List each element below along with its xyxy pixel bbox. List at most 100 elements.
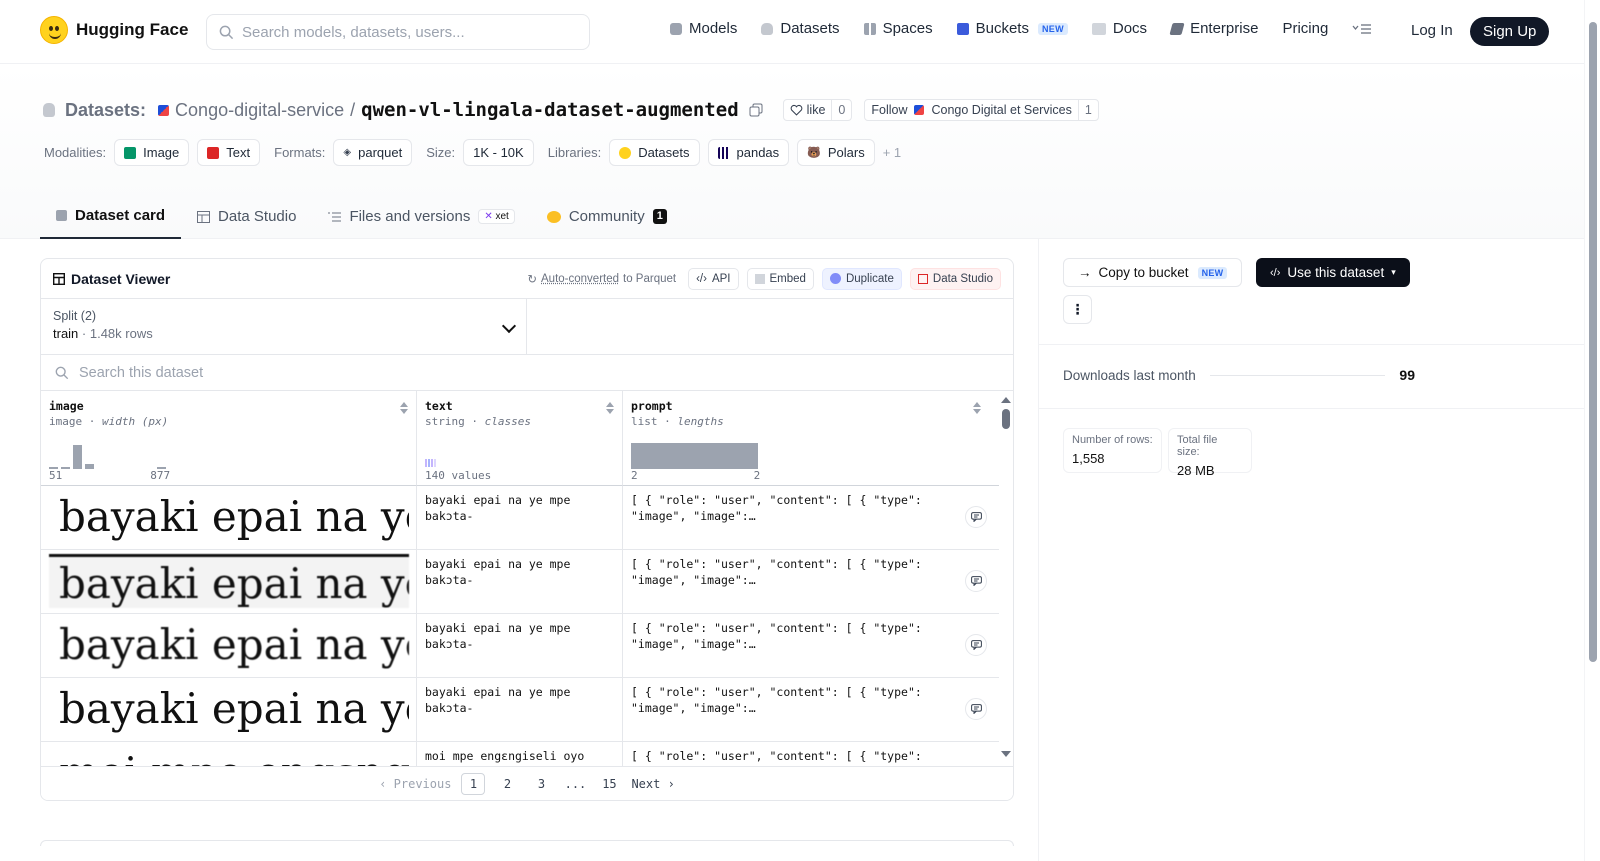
tab-data-studio[interactable]: Data Studio [181, 194, 312, 239]
table-row-1-text[interactable]: bayaki epai na ye mpe bakɔta- [417, 486, 623, 550]
table-row-2-text[interactable]: bayaki epai na ye mpe bakɔta- [417, 550, 623, 614]
tab-dataset-card[interactable]: Dataset card [40, 194, 182, 239]
table-icon [917, 273, 928, 284]
table-row-1-image[interactable]: bayaki epai na ye [41, 486, 417, 550]
classes-bar[interactable] [425, 459, 436, 467]
table-row-3-prompt[interactable]: [ { "role": "user", "content": [ { "type… [623, 614, 999, 678]
page-2-button[interactable]: 2 [495, 773, 519, 795]
cube-icon [56, 210, 67, 221]
nav-buckets[interactable]: Buckets NEW [956, 20, 1068, 37]
auto-converted-note[interactable]: ↻ Auto-converted to Parquet [527, 272, 676, 286]
tag-size[interactable]: 1K - 10K [463, 139, 534, 166]
sort-icon[interactable] [606, 402, 614, 414]
tag-library-polars[interactable]: 🐻 Polars [797, 139, 875, 166]
table-scrollbar[interactable] [1001, 397, 1011, 757]
copy-icon[interactable] [749, 103, 763, 117]
table-row-5-text[interactable]: moi mpe engɛngiseli oyo [417, 742, 623, 766]
lengths-histogram[interactable] [631, 443, 758, 469]
dataset-name[interactable]: qwen-vl-lingala-dataset-augmented [361, 99, 739, 121]
like-button[interactable]: like 0 [782, 99, 853, 121]
nav-spaces[interactable]: Spaces [863, 20, 933, 37]
sort-icon[interactable] [973, 402, 981, 414]
sort-icon[interactable] [400, 402, 408, 414]
table-row-2-prompt[interactable]: [ { "role": "user", "content": [ { "type… [623, 550, 999, 614]
nav-more-menu[interactable] [1352, 23, 1372, 35]
page-15-button[interactable]: 15 [597, 773, 621, 795]
chat-icon[interactable] [965, 634, 987, 656]
datasets-label[interactable]: Datasets: [65, 100, 146, 121]
nav-pricing[interactable]: Pricing [1282, 20, 1328, 37]
brand-home-link[interactable]: Hugging Face [40, 16, 188, 44]
scroll-down-icon[interactable] [1001, 751, 1011, 757]
tag-modality-image[interactable]: Image [114, 139, 190, 166]
nav-enterprise[interactable]: Enterprise [1169, 20, 1258, 37]
table-row-5-image[interactable]: moi mpe engɛngiseli [41, 742, 417, 766]
copy-to-bucket-button[interactable]: → Copy to bucket NEW [1063, 258, 1243, 287]
tab-files-and-versions[interactable]: Files and versions ✕ xet [312, 194, 530, 239]
scrollbar-thumb[interactable] [1002, 409, 1010, 429]
table-row-2-image[interactable]: bayaki epai na ye [41, 550, 417, 614]
global-search-input[interactable] [242, 23, 562, 41]
next-page-button[interactable]: Next › [631, 777, 674, 791]
database-icon [43, 103, 55, 117]
org-link[interactable]: Congo-digital-service [175, 100, 344, 121]
global-search[interactable] [206, 14, 590, 50]
split-selector[interactable]: Split (2) train · 1.48k rows [41, 299, 527, 354]
dataset-search-input[interactable] [79, 364, 479, 381]
chat-icon[interactable] [965, 698, 987, 720]
table-row-4-image[interactable]: bayaki epai na ye [41, 678, 417, 742]
data-studio-button[interactable]: Data Studio [909, 267, 1001, 290]
column-header-text[interactable]: text string · classes 140 values [417, 391, 623, 486]
stat-number-of-rows: Number of rows: 1,558 [1063, 428, 1162, 473]
api-button[interactable]: ‹/› API [688, 267, 739, 290]
table-row-4-text[interactable]: bayaki epai na ye mpe bakɔta- [417, 678, 623, 742]
downloads-last-month: Downloads last month 99 [1063, 367, 1415, 383]
page-1-button[interactable]: 1 [461, 772, 486, 795]
column-header-prompt[interactable]: prompt list · lengths 22 [623, 391, 999, 486]
page-scrollbar-thumb[interactable] [1589, 22, 1597, 662]
hugging-face-logo-icon [40, 16, 68, 44]
dataset-search[interactable] [41, 355, 1013, 391]
table-row-4-prompt[interactable]: [ { "role": "user", "content": [ { "type… [623, 678, 999, 742]
table-row-3-image[interactable]: bayaki epai na ye [41, 614, 417, 678]
width-histogram[interactable] [49, 439, 166, 469]
use-this-dataset-button[interactable]: ‹/› Use this dataset ▾ [1256, 258, 1410, 287]
chat-icon[interactable] [965, 506, 987, 528]
chat-icon[interactable] [965, 570, 987, 592]
login-link[interactable]: Log In [1411, 22, 1453, 39]
scroll-up-icon[interactable] [1001, 397, 1011, 403]
duplicate-button[interactable]: Duplicate [821, 267, 902, 290]
split-value: train [53, 326, 79, 341]
table-row-5-prompt[interactable]: [ { "role": "user", "content": [ { "type… [623, 742, 999, 766]
follow-count: 1 [1077, 100, 1098, 120]
tag-modality-text[interactable]: Text [197, 139, 261, 166]
nav-datasets[interactable]: Datasets [761, 20, 840, 37]
stat-total-file-size: Total file size: 28 MB [1168, 428, 1252, 478]
tag-library-pandas[interactable]: pandas [707, 139, 790, 166]
like-count: 0 [831, 100, 851, 120]
tag-format-parquet[interactable]: ◈ parquet [333, 139, 413, 166]
tab-community[interactable]: Community 1 [531, 194, 683, 239]
row-image-thumbnail: moi mpe engɛngiseli [49, 746, 409, 766]
previous-page-button[interactable]: ‹ Previous [379, 777, 451, 791]
libraries-more[interactable]: + 1 [883, 145, 901, 160]
community-count: 1 [652, 209, 667, 224]
table-row-3-text[interactable]: bayaki epai na ye mpe bakɔta- [417, 614, 623, 678]
more-options-button[interactable]: ⋮ [1063, 295, 1092, 324]
column-header-image[interactable]: image image · width (px) 51 877 [41, 391, 417, 486]
follow-button[interactable]: Follow Congo Digital et Services 1 [864, 99, 1099, 121]
tag-library-datasets[interactable]: Datasets [609, 139, 700, 166]
table-row-1-prompt[interactable]: [ { "role": "user", "content": [ { "type… [623, 486, 999, 550]
axis-min: 51 [49, 469, 63, 482]
next-section-edge [40, 840, 1014, 846]
nav-models[interactable]: Models [670, 20, 737, 37]
embed-button[interactable]: Embed [746, 267, 814, 290]
page-scrollbar[interactable] [1584, 0, 1600, 861]
histogram-bar[interactable] [73, 445, 82, 469]
page-3-button[interactable]: 3 [529, 773, 553, 795]
page-ellipsis: ... [564, 776, 587, 791]
viewer-title: Dataset Viewer [71, 270, 171, 287]
community-icon [546, 210, 561, 223]
signup-button[interactable]: Sign Up [1470, 17, 1550, 46]
nav-docs[interactable]: Docs [1091, 20, 1147, 37]
